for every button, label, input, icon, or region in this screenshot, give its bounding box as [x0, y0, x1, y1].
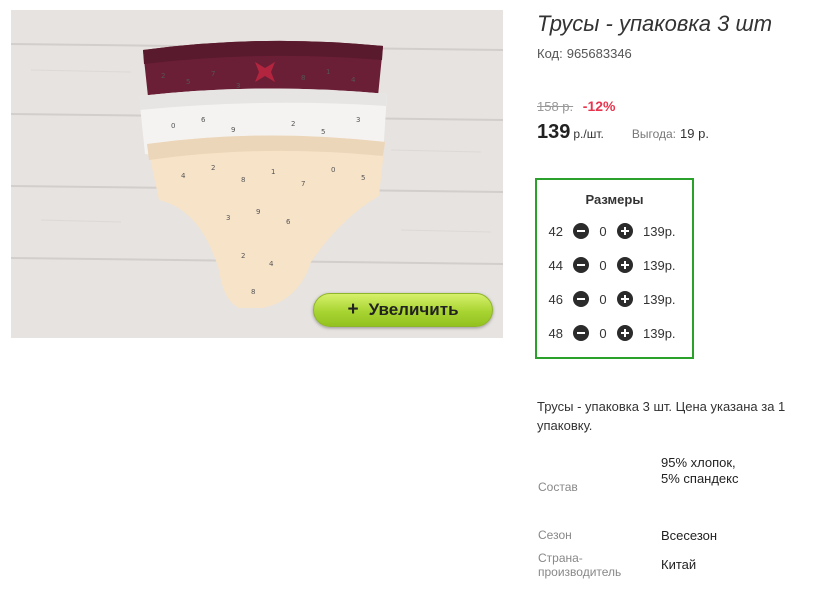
property-key: Сезон: [538, 528, 572, 542]
quantity-value: 0: [599, 223, 607, 239]
product-code-value: 965683346: [566, 46, 632, 61]
svg-text:8: 8: [301, 74, 305, 82]
quantity-value: 0: [599, 257, 607, 273]
property-value: Китай: [661, 557, 697, 572]
plus-circle-icon[interactable]: [617, 223, 633, 239]
svg-text:5: 5: [361, 174, 365, 182]
svg-text:6: 6: [286, 218, 291, 226]
svg-text:3: 3: [226, 214, 230, 222]
minus-icon[interactable]: [573, 223, 589, 239]
zoom-button-label: Увеличить: [368, 300, 459, 319]
sizes-title: Размеры: [585, 192, 644, 207]
svg-text:3: 3: [356, 116, 360, 124]
quantity-value: 0: [599, 291, 607, 307]
size-label: 44: [548, 257, 563, 273]
benefit-label: Выгода:: [631, 127, 677, 141]
product-description: Трусы - упаковка 3 шт. Цена указана за 1…: [537, 399, 786, 433]
product-image: 2 5 7 3 8 1 4 0 6 9 2 5 3 4 2 8 1 7 0 5 3 9 6 2 4 8: [11, 10, 503, 338]
minus-icon[interactable]: [573, 291, 589, 307]
size-row: 42 0 139р.: [537, 220, 676, 242]
product-code: Код: 965683346: [537, 46, 632, 61]
plus-icon: +: [347, 299, 359, 320]
plus-circle-icon[interactable]: [617, 257, 633, 273]
benefit-value: 19 р.: [680, 126, 709, 141]
product-title: Трусы - упаковка 3 шт: [537, 11, 773, 36]
svg-text:8: 8: [251, 288, 255, 296]
svg-text:2: 2: [241, 252, 245, 260]
product-code-label: Код:: [537, 46, 563, 61]
zoom-button[interactable]: + Увеличить: [313, 293, 493, 327]
minus-icon[interactable]: [573, 325, 589, 341]
size-price: 139р.: [643, 325, 676, 341]
size-price: 139р.: [643, 257, 676, 273]
old-price: 158 р.: [537, 99, 574, 114]
svg-text:3: 3: [236, 82, 240, 90]
plus-circle-icon[interactable]: [617, 291, 633, 307]
svg-text:4: 4: [351, 76, 356, 84]
size-label: 48: [548, 325, 563, 341]
sizes-box: Размеры 42 0 139р. 44 0 139р. 46 0 139р.…: [535, 178, 694, 359]
property-value: Всесезон: [661, 528, 718, 543]
svg-text:2: 2: [161, 72, 165, 80]
plus-circle-icon[interactable]: [617, 325, 633, 341]
svg-text:5: 5: [321, 128, 325, 136]
size-price: 139р.: [643, 223, 676, 239]
svg-text:8: 8: [241, 176, 245, 184]
svg-text:5: 5: [186, 78, 190, 86]
svg-text:9: 9: [256, 208, 260, 216]
svg-text:9: 9: [231, 126, 235, 134]
size-label: 46: [548, 291, 563, 307]
size-price: 139р.: [643, 291, 676, 307]
svg-text:1: 1: [326, 68, 330, 76]
svg-text:7: 7: [301, 180, 305, 188]
property-key: Состав: [538, 480, 578, 494]
svg-text:7: 7: [211, 70, 215, 78]
svg-text:6: 6: [201, 116, 206, 124]
size-label: 42: [548, 223, 563, 239]
size-row: 48 0 139р.: [537, 322, 676, 344]
svg-text:2: 2: [211, 164, 215, 172]
old-price-row: 158 р. -12%: [537, 98, 615, 114]
svg-text:0: 0: [331, 166, 335, 174]
discount-badge: -12%: [582, 98, 616, 114]
product-photo[interactable]: 2 5 7 3 8 1 4 0 6 9 2 5 3 4 2 8 1 7 0 5 3 9 6 2 4 8 + Увеличит…: [11, 10, 503, 338]
minus-icon[interactable]: [573, 257, 589, 273]
svg-text:1: 1: [271, 168, 275, 176]
property-value: 95% хлопок, 5% спандекс: [661, 455, 739, 486]
price-row: 139 р./шт. Выгода: 19 р.: [537, 121, 709, 144]
svg-text:0: 0: [171, 122, 175, 130]
svg-text:4: 4: [269, 260, 274, 268]
size-row: 46 0 139р.: [537, 288, 676, 310]
svg-text:4: 4: [181, 172, 186, 180]
quantity-value: 0: [599, 325, 607, 341]
size-row: 44 0 139р.: [537, 254, 676, 276]
price-unit: р./шт.: [573, 127, 604, 141]
property-key: Страна-производитель: [538, 551, 622, 579]
svg-text:2: 2: [291, 120, 295, 128]
current-price: 139: [537, 121, 571, 143]
